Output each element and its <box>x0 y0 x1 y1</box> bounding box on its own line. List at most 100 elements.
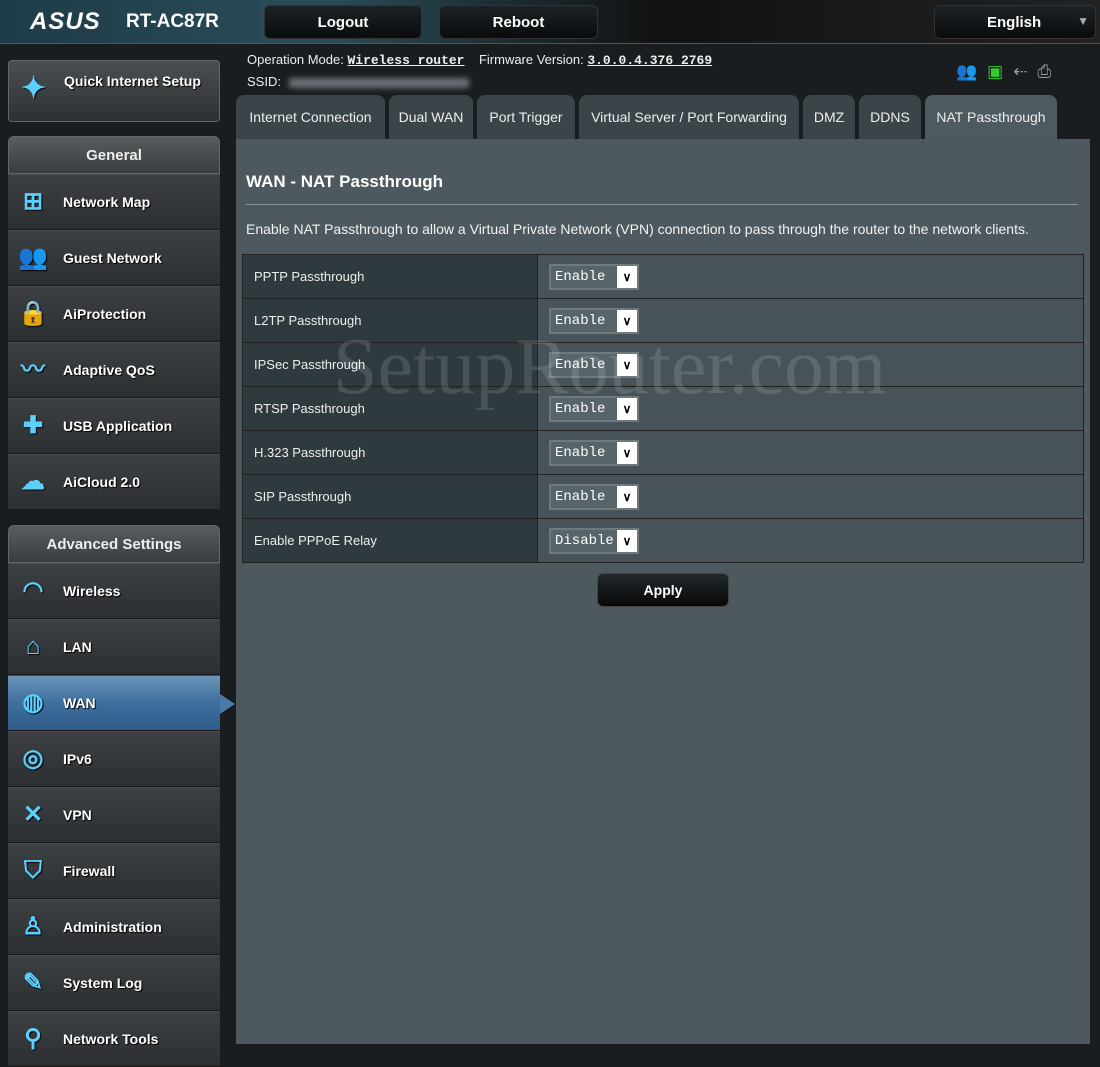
setting-select[interactable]: Enable ∨ <box>549 395 639 422</box>
select-value: Enable <box>555 488 606 505</box>
setting-value-cell: Enable ∨ <box>537 298 1084 343</box>
setting-value-cell: Disable ∨ <box>537 518 1084 563</box>
model-name: RT-AC87R <box>126 11 219 32</box>
logout-button[interactable]: Logout <box>264 5 422 39</box>
tools-icon: ⚲ <box>24 1025 42 1052</box>
op-mode-label: Operation Mode: <box>247 52 344 67</box>
sidebar-item-label: System Log <box>63 975 143 991</box>
sidebar-item-label: VPN <box>63 807 92 823</box>
sidebar-item-label: Network Map <box>63 194 151 210</box>
sidebar-item-label: Wireless <box>63 583 121 599</box>
usb-icon[interactable]: ⇠ <box>1013 62 1027 82</box>
network-map-icon: ⊞ <box>22 188 44 215</box>
sidebar-item-network-tools[interactable]: ⚲ Network Tools <box>8 1011 220 1067</box>
sidebar-general: General ⊞ Network Map 👥 Guest Network 🔒 AiPro… <box>8 136 220 510</box>
sidebar-item-label: Administration <box>63 919 162 935</box>
sidebar-item-lan[interactable]: ⌂ LAN <box>8 619 220 675</box>
setting-select[interactable]: Enable ∨ <box>549 439 639 466</box>
setting-select[interactable]: Enable ∨ <box>549 307 639 334</box>
sidebar-item-firewall[interactable]: ⛉ Firewall <box>8 843 220 899</box>
shield-icon: ⛉ <box>24 857 42 884</box>
chevron-down-icon: ∨ <box>617 309 637 332</box>
op-mode-link[interactable]: Wireless router <box>347 53 464 68</box>
sidebar-item-network-map[interactable]: ⊞ Network Map <box>8 174 220 230</box>
select-value: Enable <box>555 268 606 285</box>
sidebar-item-aicloud-2-0[interactable]: ☁ AiCloud 2.0 <box>8 454 220 510</box>
settings-table: PPTP Passthrough Enable ∨ L2TP Passthrough E… <box>242 254 1084 563</box>
ssid-label: SSID: <box>247 74 281 89</box>
chevron-down-icon: ∨ <box>617 441 637 464</box>
qos-icon: 〰 <box>21 356 45 383</box>
setting-label: PPTP Passthrough <box>242 254 538 299</box>
network-icon[interactable]: ▣ <box>987 62 1003 82</box>
cloud-icon: ☁ <box>21 468 45 495</box>
tab-ddns[interactable]: DDNS <box>859 95 921 139</box>
tab-dmz[interactable]: DMZ <box>803 95 855 139</box>
tab-dual-wan[interactable]: Dual WAN <box>389 95 473 139</box>
setting-label: Enable PPPoE Relay <box>242 518 538 563</box>
language-select[interactable]: English ▼ <box>934 5 1096 39</box>
sidebar-item-label: AiProtection <box>63 306 147 322</box>
clients-icon[interactable]: 👥 <box>956 62 977 82</box>
guest-network-icon: 👥 <box>18 244 48 271</box>
sidebar-item-usb-application[interactable]: ✚ USB Application <box>8 398 220 454</box>
sidebar-item-label: USB Application <box>63 418 173 434</box>
select-value: Enable <box>555 444 606 461</box>
tab-virtual-server-port-forwarding[interactable]: Virtual Server / Port Forwarding <box>579 95 799 139</box>
fw-label: Firmware Version: <box>478 52 584 67</box>
sidebar-item-vpn[interactable]: ✕ VPN <box>8 787 220 843</box>
quick-setup-label: Quick Internet Setup <box>64 73 201 89</box>
tab-nat-passthrough[interactable]: NAT Passthrough <box>925 95 1057 139</box>
setting-value-cell: Enable ∨ <box>537 474 1084 519</box>
sidebar-item-label: Firewall <box>63 863 116 879</box>
sidebar-item-label: AiCloud 2.0 <box>63 474 141 490</box>
select-value: Enable <box>555 400 606 417</box>
reboot-button[interactable]: Reboot <box>439 5 598 39</box>
apply-button[interactable]: Apply <box>597 573 729 607</box>
sidebar-item-adaptive-qos[interactable]: 〰 Adaptive QoS <box>8 342 220 398</box>
sidebar-item-guest-network[interactable]: 👥 Guest Network <box>8 230 220 286</box>
setting-select[interactable]: Enable ∨ <box>549 351 639 378</box>
status-icons: 👥 ▣ ⇠ ⎙ <box>956 62 1051 82</box>
sidebar-advanced: Advanced Settings ◠ Wireless ⌂ LAN ◍ WAN ◎ IPv6… <box>8 525 235 1067</box>
setting-select[interactable]: Enable ∨ <box>549 263 639 290</box>
setting-select[interactable]: Disable ∨ <box>549 527 639 554</box>
chevron-down-icon: ∨ <box>617 265 637 288</box>
ssid: SSID: <box>247 74 469 89</box>
ipv6-icon: ◎ <box>22 745 44 772</box>
tab-port-trigger[interactable]: Port Trigger <box>477 95 575 139</box>
setting-label: RTSP Passthrough <box>242 386 538 431</box>
sidebar-item-wan[interactable]: ◍ WAN <box>8 675 235 731</box>
sidebar-item-label: LAN <box>63 639 92 655</box>
page-title: WAN - NAT Passthrough <box>246 172 444 191</box>
setting-label: SIP Passthrough <box>242 474 538 519</box>
description: Enable NAT Passthrough to allow a Virtua… <box>246 221 1029 237</box>
setting-label: IPSec Passthrough <box>242 342 538 387</box>
sidebar-item-ipv6[interactable]: ◎ IPv6 <box>8 731 220 787</box>
table-row: SIP Passthrough Enable ∨ <box>242 474 1084 519</box>
wifi-icon: ◠ <box>22 577 44 604</box>
general-header: General <box>8 136 220 174</box>
select-value: Enable <box>555 312 606 329</box>
ssid-blurred <box>288 77 469 88</box>
table-row: Enable PPPoE Relay Disable ∨ <box>242 518 1084 563</box>
quick-internet-setup-button[interactable]: ✦ Quick Internet Setup <box>8 60 220 122</box>
sidebar-item-label: Network Tools <box>63 1031 159 1047</box>
sidebar-item-aiprotection[interactable]: 🔒 AiProtection <box>8 286 220 342</box>
sidebar-item-administration[interactable]: ♙ Administration <box>8 899 220 955</box>
printer-icon[interactable]: ⎙ <box>1037 62 1051 82</box>
advanced-header: Advanced Settings <box>8 525 220 563</box>
home-icon: ⌂ <box>25 633 41 660</box>
firmware-link[interactable]: 3.0.0.4.376_2769 <box>587 53 712 68</box>
tab-internet-connection[interactable]: Internet Connection <box>236 95 385 139</box>
operation-mode: Operation Mode: Wireless router Firmware… <box>247 52 712 68</box>
setting-value-cell: Enable ∨ <box>537 386 1084 431</box>
sidebar-item-label: Adaptive QoS <box>63 362 155 378</box>
table-row: IPSec Passthrough Enable ∨ <box>242 342 1084 387</box>
sidebar-item-wireless[interactable]: ◠ Wireless <box>8 563 220 619</box>
chevron-down-icon: ∨ <box>617 485 637 508</box>
sidebar-item-system-log[interactable]: ✎ System Log <box>8 955 220 1011</box>
globe-icon: ◍ <box>22 689 44 716</box>
setting-select[interactable]: Enable ∨ <box>549 483 639 510</box>
main-panel: WAN - NAT Passthrough Enable NAT Passthr… <box>236 139 1090 1044</box>
